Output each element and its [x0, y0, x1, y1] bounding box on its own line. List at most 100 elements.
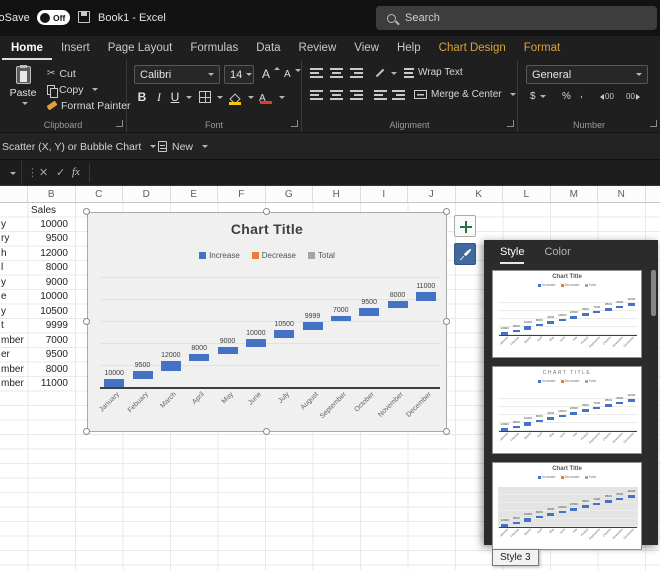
- chart-bar-november[interactable]: [616, 402, 623, 404]
- scatter-bubble-chart-button[interactable]: Scatter (X, Y) or Bubble Chart: [2, 139, 156, 154]
- cell-b4[interactable]: 12000: [28, 247, 74, 261]
- save-icon[interactable]: [78, 11, 90, 23]
- chart-bar-june[interactable]: [246, 339, 266, 347]
- col-header-h[interactable]: H: [313, 186, 361, 202]
- merge-center-button[interactable]: Merge & Center: [414, 89, 516, 100]
- resize-handle-w[interactable]: [83, 318, 90, 325]
- italic-button[interactable]: I: [153, 90, 165, 105]
- font-color-icon[interactable]: A: [259, 93, 266, 104]
- new-button[interactable]: New: [158, 139, 208, 154]
- borders-icon[interactable]: [199, 91, 211, 103]
- font-size-select[interactable]: 14: [224, 65, 254, 84]
- cell-b13[interactable]: 11000: [28, 377, 74, 391]
- waterfall-chart[interactable]: Chart Title IncreaseDecreaseTotal 10000J…: [87, 212, 447, 432]
- underline-dropdown-icon[interactable]: [186, 96, 192, 99]
- insert-function-icon[interactable]: fx: [72, 166, 80, 178]
- chart-bar-april[interactable]: [536, 324, 543, 326]
- align-top-icon[interactable]: [310, 68, 323, 78]
- col-header-e[interactable]: E: [171, 186, 219, 202]
- col-header-l[interactable]: L: [503, 186, 551, 202]
- cell-a4[interactable]: h: [1, 247, 27, 261]
- cell-b5[interactable]: 8000: [28, 261, 74, 275]
- accounting-format-button[interactable]: $: [530, 91, 546, 102]
- col-header-m[interactable]: M: [551, 186, 599, 202]
- chart-bar-april[interactable]: [536, 420, 543, 422]
- col-header-j[interactable]: J: [408, 186, 456, 202]
- col-header-a-partial[interactable]: [0, 186, 28, 202]
- font-dialog-launcher[interactable]: [291, 120, 298, 127]
- number-format-select[interactable]: General: [526, 65, 648, 84]
- tab-formulas[interactable]: Formulas: [181, 36, 247, 60]
- cut-button[interactable]: ✂ Cut: [47, 67, 76, 80]
- decrease-font-button[interactable]: A: [284, 69, 301, 80]
- col-header-g[interactable]: G: [266, 186, 314, 202]
- borders-dropdown-icon[interactable]: [217, 96, 223, 99]
- chart-bar-september[interactable]: [331, 316, 351, 322]
- chart-bar-november[interactable]: [616, 306, 623, 308]
- decrease-indent-icon[interactable]: [374, 90, 387, 100]
- cell-a6[interactable]: y: [1, 276, 27, 290]
- tab-page-layout[interactable]: Page Layout: [99, 36, 182, 60]
- name-box[interactable]: [0, 160, 22, 186]
- chart-bar-january[interactable]: [104, 379, 124, 387]
- increase-indent-icon[interactable]: [392, 90, 405, 100]
- number-dialog-launcher[interactable]: [650, 120, 657, 127]
- style-tab[interactable]: Style: [500, 246, 524, 264]
- col-header-f[interactable]: F: [218, 186, 266, 202]
- style-thumbnail-1[interactable]: Chart TitleIncreaseDecreaseTotal10000Jan…: [492, 270, 642, 358]
- cancel-icon[interactable]: ✕: [39, 166, 48, 179]
- chart-bar-november[interactable]: [616, 498, 623, 500]
- chart-title[interactable]: Chart Title: [88, 221, 446, 237]
- style-thumbnail-2[interactable]: CHART TITLEIncreaseDecreaseTotal10000Jan…: [492, 366, 642, 454]
- chart-bar-october[interactable]: [359, 308, 379, 316]
- tab-chart-design[interactable]: Chart Design: [430, 36, 515, 60]
- font-color-dropdown-icon[interactable]: [279, 96, 285, 99]
- wrap-text-button[interactable]: Wrap Text: [404, 67, 463, 78]
- tab-home[interactable]: Home: [2, 36, 52, 60]
- cell-b6[interactable]: 9000: [28, 276, 74, 290]
- fill-color-dropdown-icon[interactable]: [248, 96, 254, 99]
- cell-b9[interactable]: 9999: [28, 319, 74, 333]
- cell-b1[interactable]: Sales: [31, 204, 75, 217]
- cell-a9[interactable]: t: [1, 319, 27, 333]
- align-bottom-icon[interactable]: [350, 68, 363, 78]
- cell-a2[interactable]: y: [1, 218, 27, 232]
- tab-view[interactable]: View: [345, 36, 388, 60]
- font-name-select[interactable]: Calibri: [134, 65, 220, 84]
- chart-bar-may[interactable]: [218, 347, 238, 355]
- chart-bar-september[interactable]: [593, 407, 600, 409]
- chart-bar-july[interactable]: [274, 330, 294, 339]
- cell-a3[interactable]: ry: [1, 232, 27, 246]
- chart-styles-button[interactable]: [454, 243, 476, 265]
- align-center-icon[interactable]: [330, 90, 343, 100]
- resize-handle-se[interactable]: [443, 428, 450, 435]
- cell-b10[interactable]: 7000: [28, 334, 74, 348]
- chart-elements-button[interactable]: [454, 215, 476, 237]
- resize-handle-s[interactable]: [263, 428, 270, 435]
- orientation-dropdown-icon[interactable]: [391, 72, 397, 75]
- align-right-icon[interactable]: [350, 90, 363, 100]
- cell-a11[interactable]: er: [1, 348, 27, 362]
- chart-bar-september[interactable]: [593, 503, 600, 505]
- cell-b7[interactable]: 10000: [28, 290, 74, 304]
- cell-a5[interactable]: l: [1, 261, 27, 275]
- enter-icon[interactable]: ✓: [56, 166, 65, 179]
- align-middle-icon[interactable]: [330, 68, 343, 78]
- cell-b8[interactable]: 10500: [28, 305, 74, 319]
- cell-a12[interactable]: mber: [1, 363, 27, 377]
- search-box[interactable]: Search: [376, 6, 657, 30]
- alignment-dialog-launcher[interactable]: [507, 120, 514, 127]
- resize-handle-nw[interactable]: [83, 208, 90, 215]
- chart-bar-april[interactable]: [536, 516, 543, 518]
- bold-button[interactable]: B: [136, 90, 148, 104]
- chart-bar-march[interactable]: [161, 361, 181, 371]
- chart-legend[interactable]: IncreaseDecreaseTotal: [88, 251, 446, 260]
- cell-b12[interactable]: 8000: [28, 363, 74, 377]
- resize-handle-n[interactable]: [263, 208, 270, 215]
- paste-button[interactable]: Paste: [5, 64, 41, 114]
- copy-button[interactable]: Copy: [47, 83, 98, 96]
- percent-style-button[interactable]: %: [562, 91, 571, 102]
- cell-b11[interactable]: 9500: [28, 348, 74, 362]
- chart-bar-april[interactable]: [189, 354, 209, 361]
- resize-handle-ne[interactable]: [443, 208, 450, 215]
